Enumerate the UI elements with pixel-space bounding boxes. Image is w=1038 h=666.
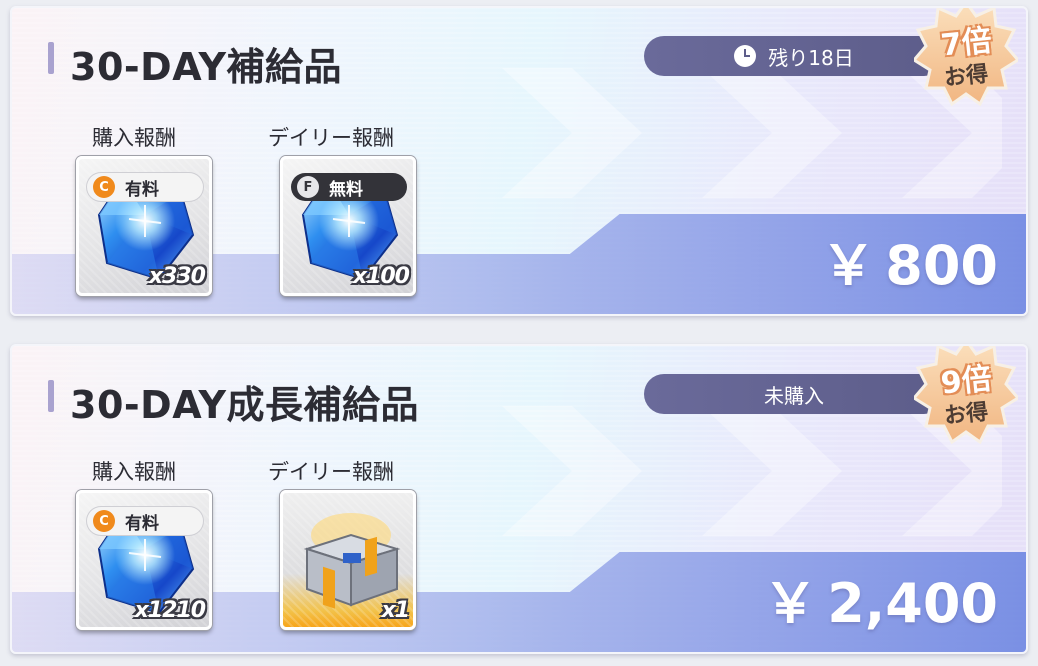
price-value: 2,400 bbox=[827, 572, 998, 635]
free-coin-icon: F bbox=[297, 176, 319, 198]
pack-title: 30-DAY補給品 bbox=[70, 45, 342, 89]
purchase-reward-label: 購入報酬 bbox=[92, 460, 176, 484]
purchase-reward-item[interactable]: C 有料 x330 bbox=[76, 156, 212, 296]
purchase-reward-item[interactable]: C 有料 x1210 bbox=[76, 490, 212, 630]
status-text: 残り18日 bbox=[768, 45, 854, 70]
paid-tag-label: 有料 bbox=[125, 179, 159, 200]
clock-icon bbox=[734, 45, 757, 67]
currency-symbol: ￥ bbox=[763, 572, 818, 635]
price-button[interactable]: ￥ 2,400 bbox=[763, 559, 998, 638]
title-accent-bar bbox=[48, 380, 54, 412]
free-tag: F 無料 bbox=[291, 173, 407, 201]
item-quantity: x100 bbox=[352, 264, 410, 289]
paid-tag: C 有料 bbox=[87, 507, 203, 535]
value-badge: 9倍 お得 bbox=[914, 346, 1018, 448]
item-quantity: x1 bbox=[381, 598, 410, 623]
paid-coin-icon: C bbox=[93, 510, 115, 532]
paid-tag: C 有料 bbox=[87, 173, 203, 201]
supply-pack-card-30day[interactable]: 30-DAY補給品 残り18日 7倍 お得 購入報酬 デイリー報酬 C 有料 x… bbox=[10, 6, 1028, 316]
price-value: 800 bbox=[885, 234, 998, 297]
status-text: 未購入 bbox=[764, 383, 824, 408]
purchase-status-pill: 未購入 bbox=[644, 374, 944, 414]
free-tag-label: 無料 bbox=[329, 179, 363, 200]
paid-tag-label: 有料 bbox=[125, 513, 159, 534]
item-quantity: x330 bbox=[148, 264, 206, 289]
remaining-days-pill: 残り18日 bbox=[644, 36, 944, 76]
price-button[interactable]: ￥ 800 bbox=[821, 221, 998, 300]
daily-reward-item[interactable]: x1 bbox=[280, 490, 416, 630]
currency-symbol: ￥ bbox=[821, 234, 876, 297]
paid-coin-icon: C bbox=[93, 176, 115, 198]
value-badge: 7倍 お得 bbox=[914, 8, 1018, 110]
daily-reward-item[interactable]: F 無料 x100 bbox=[280, 156, 416, 296]
pack-title: 30-DAY成長補給品 bbox=[70, 383, 419, 427]
title-accent-bar bbox=[48, 42, 54, 74]
item-quantity: x1210 bbox=[134, 598, 206, 623]
daily-reward-label: デイリー報酬 bbox=[268, 460, 394, 484]
supply-pack-card-30day-growth[interactable]: 30-DAY成長補給品 未購入 9倍 お得 購入報酬 デイリー報酬 C 有料 x… bbox=[10, 344, 1028, 654]
purchase-reward-label: 購入報酬 bbox=[92, 126, 176, 150]
daily-reward-label: デイリー報酬 bbox=[268, 126, 394, 150]
